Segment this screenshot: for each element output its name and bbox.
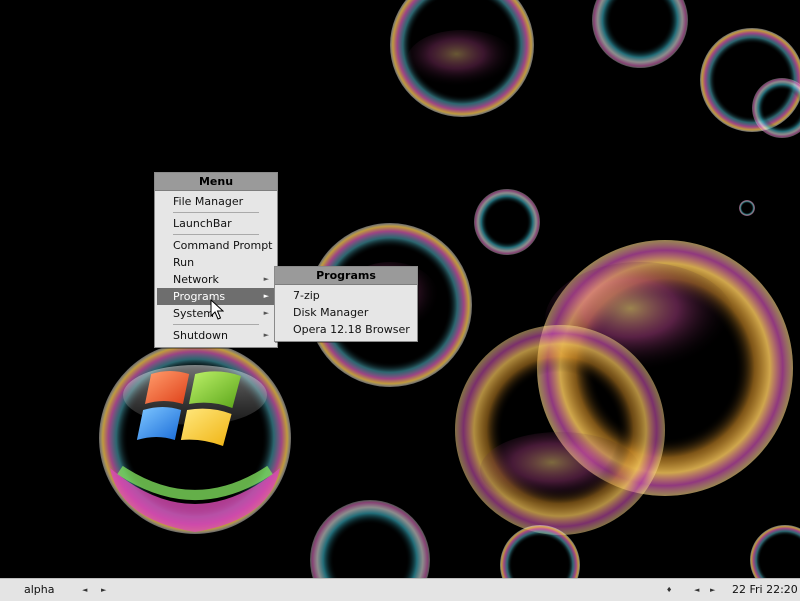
menu-item-label: Shutdown [173,329,228,342]
programs-submenu: Programs 7-zip Disk Manager Opera 12.18 … [274,266,418,342]
menu-separator [173,324,259,325]
menu-item-launchbar[interactable]: LaunchBar [157,215,275,232]
menu-item-label: System [173,307,215,320]
submenu-arrow-icon: ► [263,275,269,283]
menu-item-label: Network [173,273,219,286]
menu-item-label: File Manager [173,195,244,208]
mouse-cursor-icon [210,299,224,320]
menu-item-label: 7-zip [293,289,320,302]
menu-item-command-prompt[interactable]: Command Prompt [157,237,275,254]
tray-diamond-icon[interactable]: ♦ [666,579,672,601]
menu-title: Menu [155,173,277,191]
menu-item-label: Run [173,256,195,269]
root-menu: Menu File Manager LaunchBar Command Prom… [154,172,278,348]
menu-item-label: Disk Manager [293,306,369,319]
menu-item-shutdown[interactable]: Shutdown ► [157,327,275,344]
workspace-label[interactable]: alpha [24,579,55,601]
submenu-arrow-icon: ► [263,331,269,339]
menu-separator [173,212,259,213]
desktop[interactable]: Menu File Manager LaunchBar Command Prom… [0,0,800,578]
tray-next-icon[interactable]: ► [710,579,715,601]
menu-item-run[interactable]: Run [157,254,275,271]
menu-separator [173,234,259,235]
menu-item-disk-manager[interactable]: Disk Manager [277,304,415,321]
menu-item-network[interactable]: Network ► [157,271,275,288]
menu-item-label: Command Prompt [173,239,273,252]
menu-item-7zip[interactable]: 7-zip [277,287,415,304]
menu-item-opera-browser[interactable]: Opera 12.18 Browser [277,321,415,338]
submenu-arrow-icon: ► [263,292,269,300]
menu-item-label: Opera 12.18 Browser [293,323,410,336]
taskbar: alpha ◄ ► ♦ ◄ ► 22 Fri 22:20 [0,578,800,601]
menu-item-label: LaunchBar [173,217,232,230]
workspace-prev-icon[interactable]: ◄ [82,579,87,601]
workspace-next-icon[interactable]: ► [101,579,106,601]
menu-item-file-manager[interactable]: File Manager [157,193,275,210]
tray-prev-icon[interactable]: ◄ [694,579,699,601]
submenu-title: Programs [275,267,417,285]
submenu-arrow-icon: ► [263,309,269,317]
clock: 22 Fri 22:20 [732,583,798,596]
